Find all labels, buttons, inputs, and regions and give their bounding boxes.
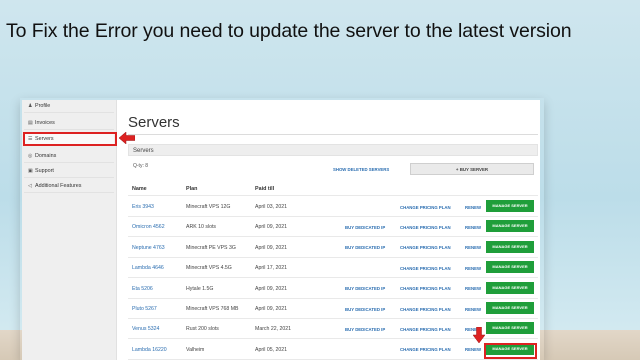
show-deleted-servers-link[interactable]: SHOW DELETED SERVERS xyxy=(333,167,389,172)
manage-server-highlight-box xyxy=(484,343,537,359)
page-title: Servers xyxy=(128,114,180,131)
servers-highlight-box xyxy=(23,132,117,146)
paid-till-cell: April 17, 2021 xyxy=(255,265,288,272)
user-icon: ♟ xyxy=(28,103,33,109)
sidebar-item-profile[interactable]: ♟ Profile xyxy=(24,100,114,113)
renew-link[interactable]: RENEW xyxy=(465,347,481,352)
buy-dedicated-ip-link[interactable]: BUY DEDICATED IP xyxy=(345,225,385,230)
sidebar-item-additional-features[interactable]: ◁ Additional Features xyxy=(24,180,114,193)
headline-caption: To Fix the Error you need to update the … xyxy=(6,20,572,42)
table-row-divider xyxy=(128,277,538,279)
server-name-link[interactable]: Lambda 4646 xyxy=(132,265,164,271)
paid-till-cell: April 05, 2021 xyxy=(255,346,288,353)
paid-till-cell: April 09, 2021 xyxy=(255,244,288,251)
plan-cell: Rust 200 slots xyxy=(186,326,219,333)
share-icon: ◁ xyxy=(28,183,32,189)
divider xyxy=(128,134,538,135)
paid-till-cell: March 22, 2021 xyxy=(255,326,292,333)
manage-server-button[interactable]: MANAGE SERVER xyxy=(486,322,534,335)
table-row-divider xyxy=(128,236,538,238)
renew-link[interactable]: RENEW xyxy=(465,266,481,271)
renew-link[interactable]: RENEW xyxy=(465,307,481,312)
change-pricing-plan-link[interactable]: CHANGE PRICING PLAN xyxy=(400,347,451,352)
renew-link[interactable]: RENEW xyxy=(465,245,481,250)
sidebar-item-label: Domains xyxy=(35,153,57,159)
plan-cell: Minecraft VPS 4.5G xyxy=(186,265,232,272)
server-name-link[interactable]: Venus 5324 xyxy=(132,326,159,332)
plan-cell: Minecraft PE VPS 3G xyxy=(186,244,236,251)
renew-link[interactable]: RENEW xyxy=(465,225,481,230)
table-row-divider xyxy=(128,256,538,258)
server-name-link[interactable]: Pluto 5267 xyxy=(132,306,157,312)
paid-till-cell: April 09, 2021 xyxy=(255,306,288,312)
sidebar-item-support[interactable]: ▣ Support xyxy=(24,165,114,178)
support-icon: ▣ xyxy=(28,168,33,174)
manage-server-button[interactable]: MANAGE SERVER xyxy=(486,281,534,294)
buy-dedicated-ip-link[interactable]: BUY DEDICATED IP xyxy=(345,327,385,332)
sidebar-item-label: Support xyxy=(35,168,54,174)
sidebar-item-domains[interactable]: ◎ Domains xyxy=(24,150,114,163)
globe-icon: ◎ xyxy=(28,153,33,159)
column-header-paid-till: Paid till xyxy=(255,186,275,192)
change-pricing-plan-link[interactable]: CHANGE PRICING PLAN xyxy=(400,225,451,230)
buy-dedicated-ip-link[interactable]: BUY DEDICATED IP xyxy=(345,286,385,291)
table-header-line xyxy=(128,195,538,196)
change-pricing-plan-link[interactable]: CHANGE PRICING PLAN xyxy=(400,245,451,250)
buy-dedicated-ip-link[interactable]: BUY DEDICATED IP xyxy=(345,307,385,312)
invoice-icon: ▤ xyxy=(28,120,33,126)
panel-header: Servers xyxy=(128,144,538,156)
table-row-divider xyxy=(128,297,538,299)
buy-server-button[interactable]: + BUY SERVER xyxy=(410,163,534,175)
paid-till-cell: April 03, 2021 xyxy=(255,204,288,210)
paid-till-cell: April 09, 2021 xyxy=(255,224,288,231)
column-header-name: Name xyxy=(132,186,147,192)
plan-cell: Valheim xyxy=(186,346,205,353)
column-header-plan: Plan xyxy=(186,186,198,192)
plan-cell: Minecraft VPS 768 MB xyxy=(186,306,239,312)
plan-cell: Hytale 1.5G xyxy=(186,285,214,292)
change-pricing-plan-link[interactable]: CHANGE PRICING PLAN xyxy=(400,327,451,332)
change-pricing-plan-link[interactable]: CHANGE PRICING PLAN xyxy=(400,205,451,210)
server-name-link[interactable]: Omicron 4562 xyxy=(132,224,165,230)
server-name-link[interactable]: Eta 5206 xyxy=(132,286,153,292)
change-pricing-plan-link[interactable]: CHANGE PRICING PLAN xyxy=(400,307,451,312)
quantity-label: Q-ty: 8 xyxy=(133,163,149,169)
table-row-divider xyxy=(128,216,538,217)
change-pricing-plan-link[interactable]: CHANGE PRICING PLAN xyxy=(400,266,451,271)
renew-link[interactable]: RENEW xyxy=(465,205,481,210)
main-content: Servers Servers Q-ty: 8 SHOW DELETED SER… xyxy=(128,100,540,360)
table-row-divider xyxy=(128,318,538,319)
change-pricing-plan-link[interactable]: CHANGE PRICING PLAN xyxy=(400,286,451,291)
buy-dedicated-ip-link[interactable]: BUY DEDICATED IP xyxy=(345,245,385,250)
sidebar-item-invoices[interactable]: ▤ Invoices xyxy=(24,117,114,130)
server-name-link[interactable]: Lambda 16220 xyxy=(132,347,167,353)
manage-server-button[interactable]: MANAGE SERVER xyxy=(486,261,534,274)
sidebar-item-label: Invoices xyxy=(35,120,55,126)
sidebar-item-label: Profile xyxy=(35,103,51,109)
manage-server-button[interactable]: MANAGE SERVER xyxy=(486,200,534,212)
paid-till-cell: April 09, 2021 xyxy=(255,285,288,292)
plan-cell: Minecraft VPS 12G xyxy=(186,204,231,210)
sidebar-item-label: Additional Features xyxy=(35,183,82,189)
server-name-link[interactable]: Neptune 4763 xyxy=(132,245,165,251)
manage-server-button[interactable]: MANAGE SERVER xyxy=(486,240,534,253)
renew-link[interactable]: RENEW xyxy=(465,286,481,291)
red-arrow-down-icon xyxy=(473,327,485,343)
plan-cell: ARK 10 slots xyxy=(186,224,216,231)
manage-server-button[interactable]: MANAGE SERVER xyxy=(486,220,534,233)
browser-screenshot: ♟ Profile ▤ Invoices ☰ Servers ◎ Domains ▣ Su… xyxy=(22,100,540,360)
manage-server-button[interactable]: MANAGE SERVER xyxy=(486,302,534,314)
server-name-link[interactable]: Eris 3943 xyxy=(132,204,154,210)
